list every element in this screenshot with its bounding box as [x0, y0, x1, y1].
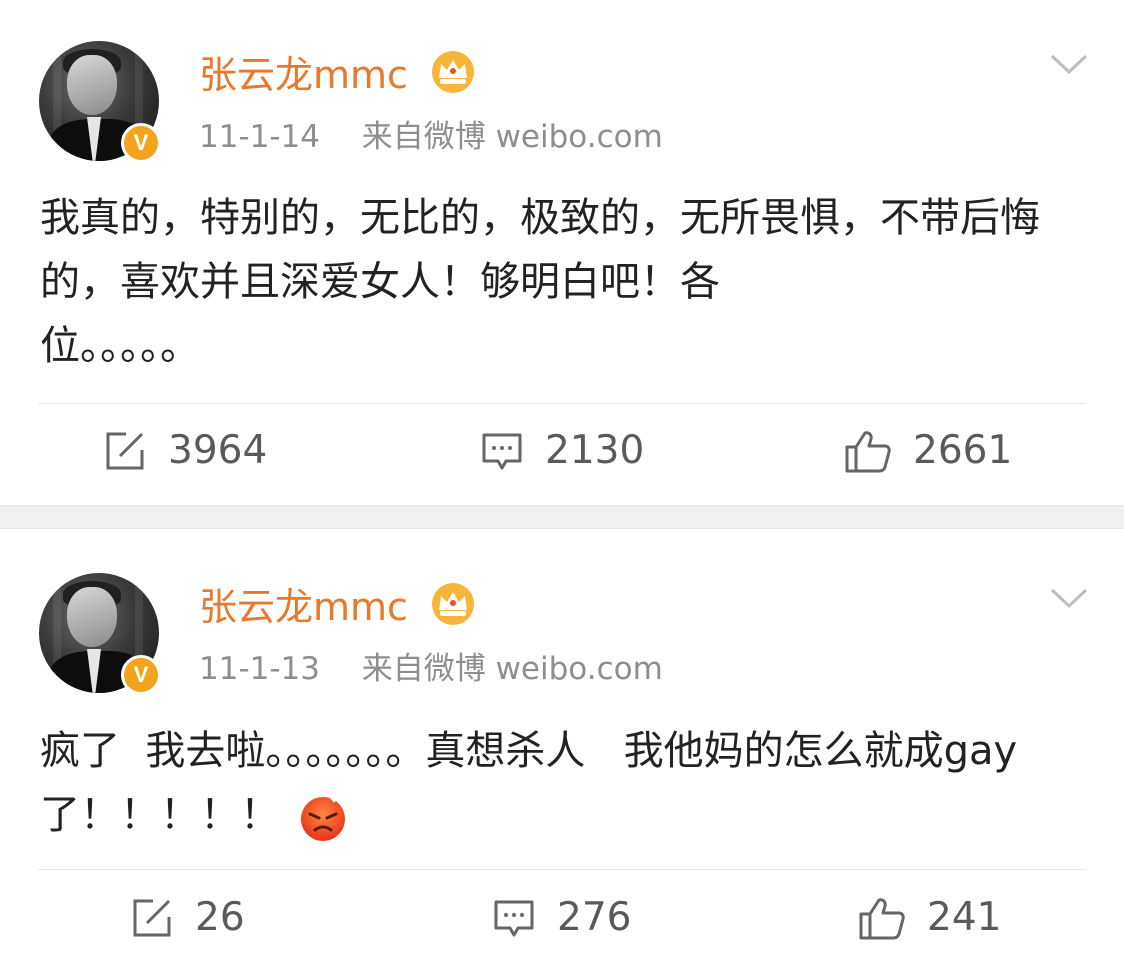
- like-count: 241: [927, 895, 1002, 940]
- post-date: 11-1-13: [199, 651, 320, 687]
- post-date: 11-1-14: [199, 119, 320, 155]
- chevron-down-icon[interactable]: [1050, 52, 1088, 76]
- post-source[interactable]: 来自微博 weibo.com: [362, 651, 663, 687]
- weibo-post-1: V 张云龙mmc 11-1-14 来自微博 weibo.com 我真的，特别的，…: [0, 0, 1124, 505]
- post-content: 我真的，特别的，无比的，极致的，无所畏惧，不带后悔的，喜欢并且深爱女人！够明白吧…: [40, 195, 1040, 369]
- repost-button[interactable]: 3964: [104, 428, 267, 473]
- repost-icon: [106, 432, 144, 469]
- weibo-post-2: V 张云龙mmc 11-1-13 来自微博 weibo.com 疯了 我去啦。。…: [0, 529, 1124, 964]
- like-count: 2661: [913, 428, 1013, 473]
- post-text: 疯了 我去啦。。。。。。。真想杀人 我他妈的怎么就成gay了！！！！！: [40, 728, 1018, 838]
- comment-count: 276: [557, 895, 632, 940]
- divider: [38, 869, 1086, 870]
- comment-button[interactable]: 2130: [481, 428, 644, 473]
- post-content: 疯了 我去啦。。。。。。。真想杀人 我他妈的怎么就成gay了！！！！！: [40, 719, 1085, 847]
- like-button[interactable]: 241: [859, 895, 1001, 940]
- like-button[interactable]: 2661: [845, 428, 1012, 473]
- repost-count: 26: [195, 895, 245, 940]
- thumbs-up-icon: [845, 430, 891, 472]
- post-meta: 11-1-13 来自微博 weibo.com: [199, 650, 663, 688]
- username[interactable]: 张云龙mmc: [199, 584, 408, 630]
- verified-badge-icon: V: [121, 655, 161, 695]
- post-source[interactable]: 来自微博 weibo.com: [362, 119, 663, 155]
- post-meta: 11-1-14 来自微博 weibo.com: [199, 118, 663, 156]
- repost-count: 3964: [168, 428, 268, 473]
- username[interactable]: 张云龙mmc: [199, 52, 408, 98]
- comment-count: 2130: [545, 428, 645, 473]
- repost-icon: [133, 899, 171, 936]
- post-separator: [0, 505, 1124, 529]
- divider: [38, 403, 1086, 404]
- thumbs-up-icon: [859, 897, 905, 939]
- crown-icon: [432, 51, 474, 93]
- angry-face-emoji: [301, 792, 345, 841]
- comment-icon: [494, 900, 534, 936]
- repost-button[interactable]: 26: [131, 895, 245, 940]
- verified-badge-icon: V: [121, 123, 161, 163]
- comment-icon: [482, 433, 522, 469]
- crown-icon: [432, 583, 474, 625]
- comment-button[interactable]: 276: [493, 895, 631, 940]
- chevron-down-icon[interactable]: [1050, 586, 1088, 610]
